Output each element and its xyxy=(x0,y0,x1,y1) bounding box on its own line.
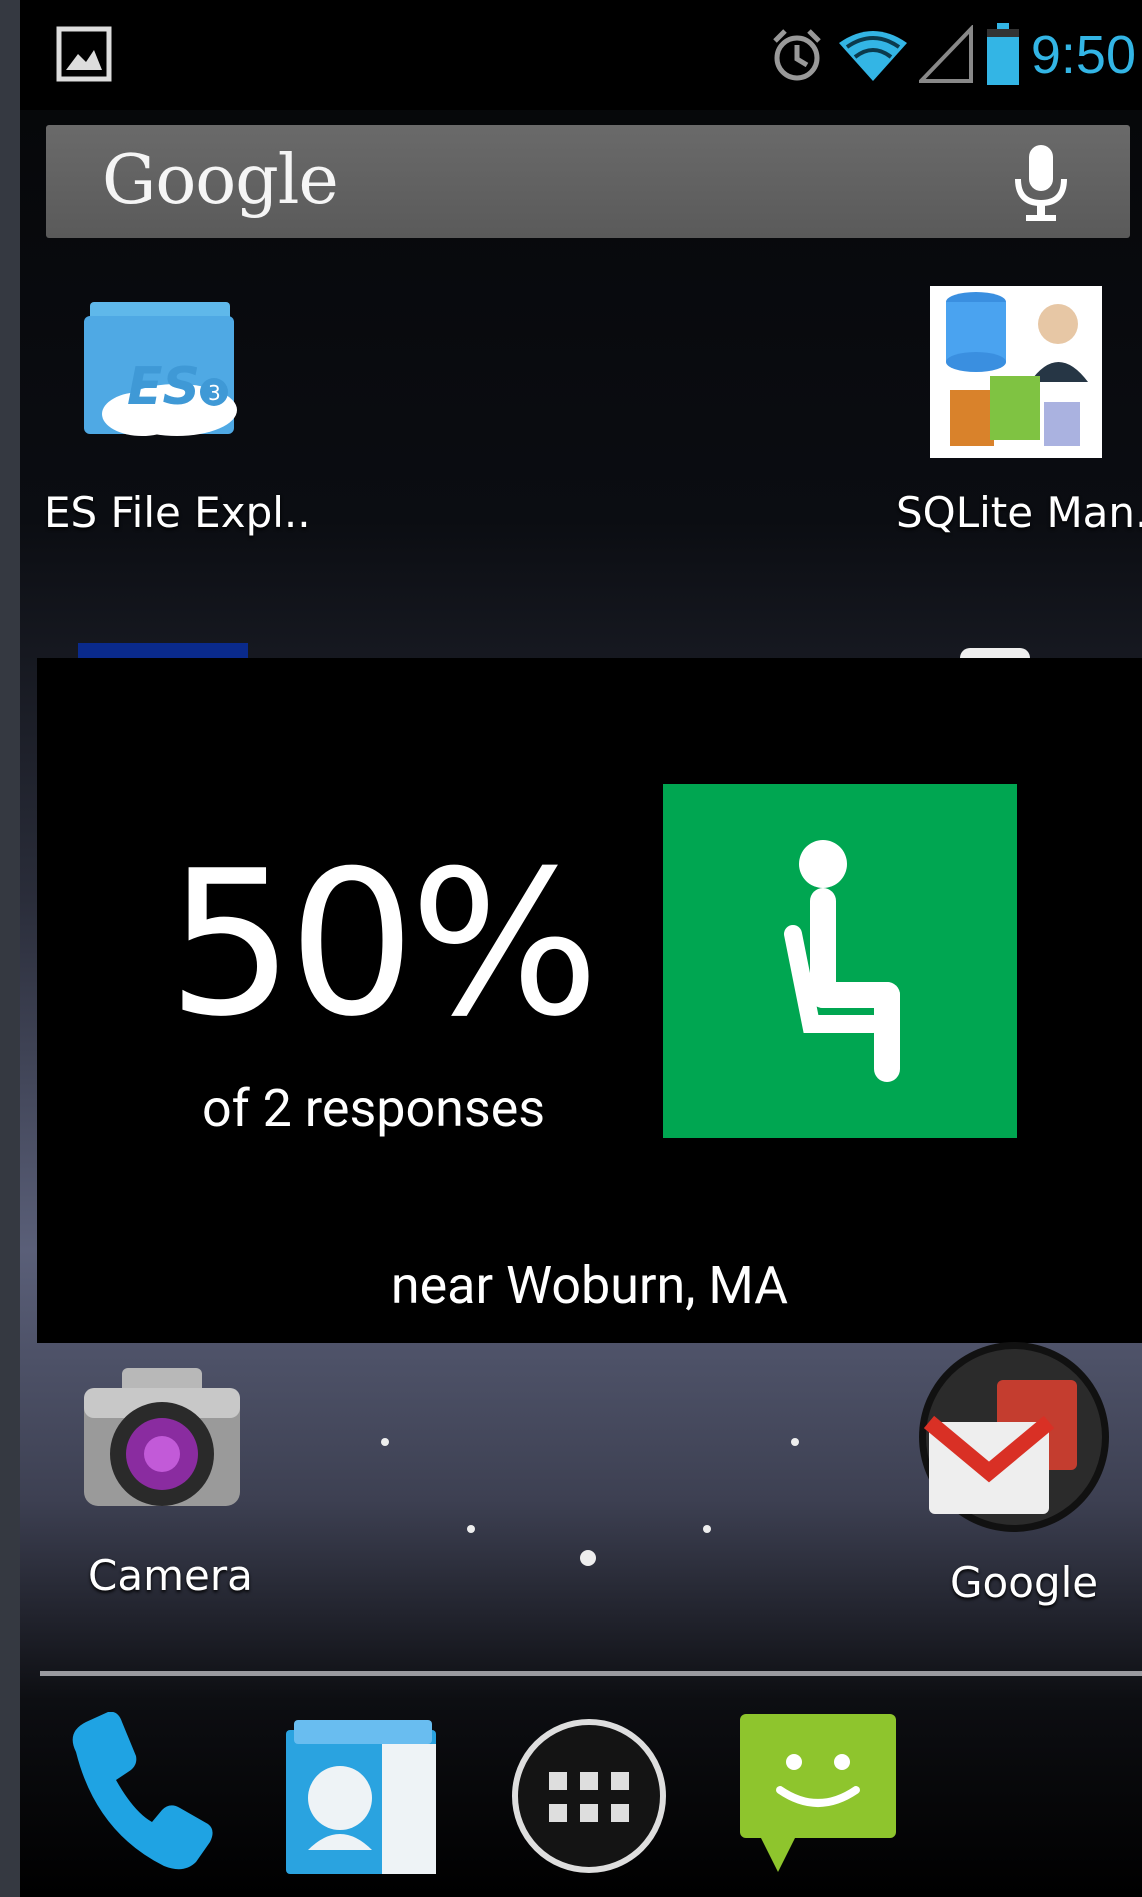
phone-icon[interactable] xyxy=(56,1712,216,1872)
app-drawer-icon[interactable] xyxy=(509,1716,669,1876)
percentage-value: 50% xyxy=(167,828,600,1061)
svg-text:ES: ES xyxy=(127,357,200,417)
hidden-app-icon xyxy=(960,648,1030,658)
screen-edge xyxy=(0,0,20,1897)
wifi-icon xyxy=(838,31,907,81)
image-notification-icon xyxy=(56,26,112,82)
es-file-explorer-icon[interactable]: ES 3 xyxy=(82,292,242,442)
microphone-icon[interactable] xyxy=(1006,143,1076,223)
seat-availability-widget[interactable]: 50% of 2 responses near Woburn, MA xyxy=(37,658,1142,1343)
google-search-bar[interactable]: Google xyxy=(46,125,1130,238)
app-label-es-file-explorer[interactable]: ES File Expl.. xyxy=(44,488,311,537)
page-dot xyxy=(467,1525,475,1533)
seat-tile xyxy=(663,784,1017,1138)
messaging-icon[interactable] xyxy=(738,1712,898,1872)
seated-person-icon xyxy=(784,840,900,1082)
contacts-icon[interactable] xyxy=(286,1720,436,1874)
clock: 9:50 xyxy=(1030,25,1136,85)
responses-count: of 2 responses xyxy=(202,1078,546,1139)
app-label-google[interactable]: Google xyxy=(950,1558,1098,1607)
page-dot-active xyxy=(580,1550,596,1566)
camera-icon[interactable] xyxy=(82,1366,242,1516)
sqlite-manager-icon[interactable] xyxy=(930,286,1102,458)
hidden-app-icon xyxy=(78,643,248,658)
home-screen: 9:50 Google ES 3 ES File Expl.. SQLite M… xyxy=(0,0,1142,1897)
page-dot xyxy=(703,1525,711,1533)
dock-divider xyxy=(40,1671,1142,1676)
page-dot xyxy=(381,1438,389,1446)
app-label-camera[interactable]: Camera xyxy=(88,1551,253,1600)
app-label-sqlite-manager[interactable]: SQLite Man.. xyxy=(896,488,1142,537)
status-bar: 9:50 xyxy=(20,0,1142,110)
alarm-icon xyxy=(773,29,821,81)
battery-icon xyxy=(986,23,1019,85)
google-logo: Google xyxy=(102,141,339,220)
location-label: near Woburn, MA xyxy=(390,1255,789,1316)
svg-text:3: 3 xyxy=(208,381,221,405)
google-folder-icon[interactable] xyxy=(917,1340,1111,1534)
page-dot xyxy=(791,1438,799,1446)
signal-icon xyxy=(918,25,973,83)
